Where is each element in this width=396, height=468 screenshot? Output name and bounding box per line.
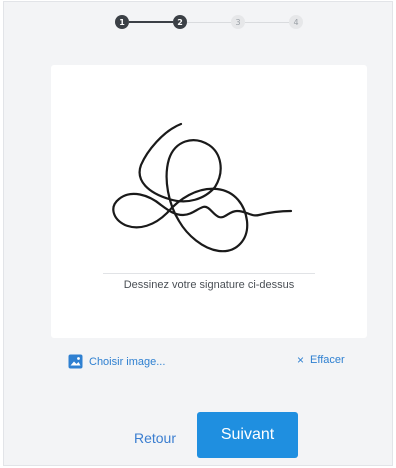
next-button[interactable]: Suivant	[197, 412, 298, 458]
step-1: 1	[115, 15, 129, 29]
step-connector-3	[245, 22, 289, 23]
signature-hint: Dessinez votre signature ci-dessus	[123, 279, 295, 291]
dialog-panel: 1 2 3 4 Dessinez votre signature ci-dess…	[3, 1, 393, 466]
step-connector-2	[187, 22, 231, 23]
clear-label: Effacer	[310, 354, 345, 366]
signature-baseline	[103, 273, 315, 274]
step-4-label: 4	[293, 17, 299, 27]
step-connector-1	[129, 21, 173, 23]
step-3-label: 3	[235, 17, 241, 27]
step-4: 4	[289, 15, 303, 29]
clear-button[interactable]: × Effacer	[297, 354, 345, 366]
progress-stepper: 1 2 3 4	[115, 15, 305, 33]
signature-drawing	[112, 122, 293, 253]
step-1-label: 1	[119, 17, 125, 27]
back-button[interactable]: Retour	[123, 427, 187, 449]
image-icon	[68, 354, 83, 369]
step-2: 2	[173, 15, 187, 29]
choose-image-button[interactable]: Choisir image...	[68, 354, 165, 369]
step-2-label: 2	[177, 17, 183, 27]
choose-image-label: Choisir image...	[89, 355, 166, 368]
close-icon: ×	[297, 353, 305, 367]
signature-pad[interactable]: Dessinez votre signature ci-dessus	[51, 65, 367, 338]
step-3: 3	[231, 15, 245, 29]
